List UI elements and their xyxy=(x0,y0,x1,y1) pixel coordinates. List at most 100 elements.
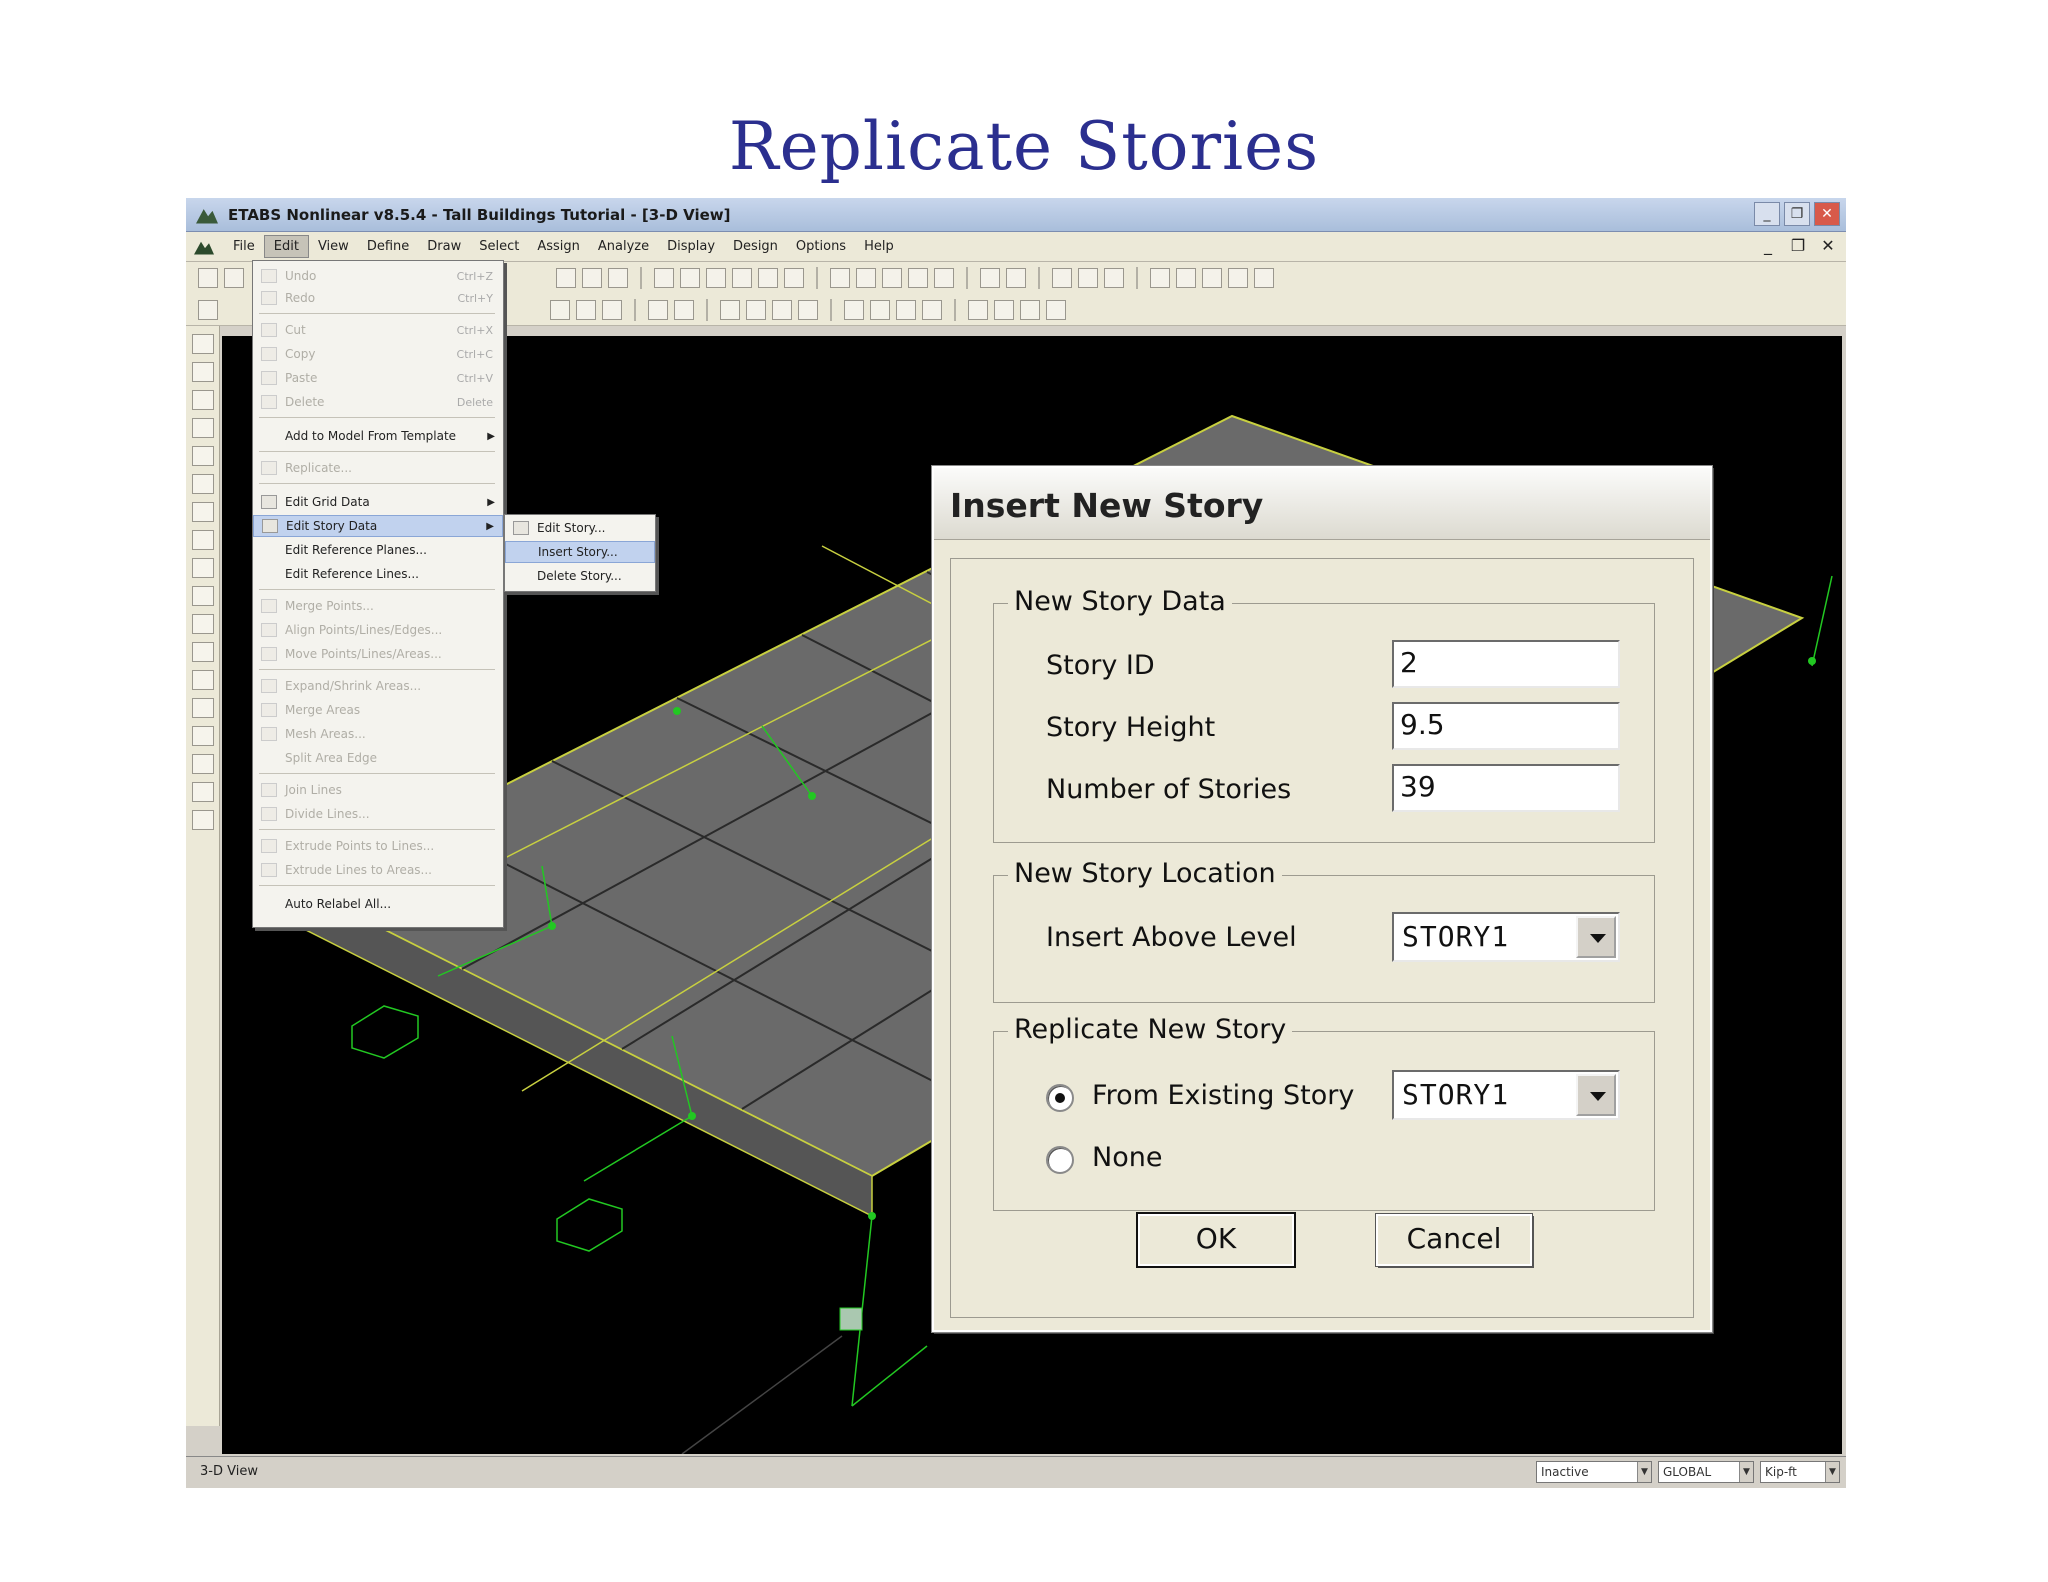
menu-select[interactable]: Select xyxy=(470,236,528,257)
snap-point-icon[interactable] xyxy=(191,670,214,690)
menu-item-join-lines[interactable]: Join Lines xyxy=(253,779,503,801)
zoom-in-icon[interactable] xyxy=(706,268,726,288)
menu-view[interactable]: View xyxy=(309,236,358,257)
move-down-icon[interactable] xyxy=(1006,268,1026,288)
mode-shape-icon[interactable] xyxy=(1228,268,1248,288)
snap-line-icon[interactable] xyxy=(191,782,214,802)
chevron-down-icon[interactable] xyxy=(1576,1074,1616,1116)
draw-wall-icon-left[interactable] xyxy=(191,558,214,578)
menu-item-redo[interactable]: Redo Ctrl+Y xyxy=(253,287,503,309)
cancel-button[interactable]: Cancel xyxy=(1375,1213,1533,1267)
menu-analyze[interactable]: Analyze xyxy=(589,236,658,257)
menu-assign[interactable]: Assign xyxy=(528,236,589,257)
assign-restraint-icon[interactable] xyxy=(648,299,668,320)
number-of-stories-input[interactable]: 39 xyxy=(1392,764,1620,812)
menu-item-mesh-areas[interactable]: Mesh Areas... xyxy=(253,723,503,745)
menu-item-undo[interactable]: Undo Ctrl+Z xyxy=(253,265,503,287)
title-bar[interactable]: ETABS Nonlinear v8.5.4 - Tall Buildings … xyxy=(186,198,1846,232)
reshape-icon[interactable] xyxy=(191,362,214,382)
draw-frame-icon[interactable] xyxy=(550,299,570,320)
menu-display[interactable]: Display xyxy=(658,236,724,257)
deformed-icon[interactable] xyxy=(1202,268,1222,288)
zoom-out-icon[interactable] xyxy=(732,268,752,288)
lock-icon[interactable] xyxy=(582,268,602,288)
draw-line-icon[interactable] xyxy=(191,390,214,410)
draw-area-icon[interactable] xyxy=(576,299,596,320)
menu-item-add-from-template[interactable]: Add to Model From Template ▶ xyxy=(253,425,503,447)
new-model-icon[interactable] xyxy=(198,268,218,288)
snap-intersect-icon[interactable] xyxy=(191,726,214,746)
draw-wall-icon[interactable] xyxy=(602,299,622,320)
zoom-all-icon[interactable] xyxy=(758,268,778,288)
child-minimize-button[interactable]: _ xyxy=(1756,235,1780,257)
child-close-button[interactable]: ✕ xyxy=(1816,235,1840,257)
concrete-design-icon[interactable] xyxy=(994,299,1014,320)
composite-design-icon[interactable] xyxy=(1020,299,1040,320)
minimize-button[interactable]: _ xyxy=(1754,202,1780,226)
menu-item-delete[interactable]: Delete Delete xyxy=(253,391,503,413)
draw-rect-icon[interactable] xyxy=(191,530,214,550)
draw-area-poly-icon[interactable] xyxy=(191,502,214,522)
menu-item-move-points[interactable]: Move Points/Lines/Areas... xyxy=(253,643,503,665)
snap-grid-icon[interactable] xyxy=(191,810,214,830)
menu-item-split-area-edge[interactable]: Split Area Edge xyxy=(253,747,503,769)
wall-section-icon[interactable] xyxy=(746,299,766,320)
menu-item-copy[interactable]: Copy Ctrl+C xyxy=(253,343,503,365)
menu-item-align-points[interactable]: Align Points/Lines/Edges... xyxy=(253,619,503,641)
none-label[interactable]: None xyxy=(1092,1142,1162,1173)
menu-item-edit-reference-planes[interactable]: Edit Reference Planes... xyxy=(253,539,503,561)
diaphragm-icon[interactable] xyxy=(896,299,916,320)
wall-design-icon[interactable] xyxy=(1046,299,1066,320)
menu-item-auto-relabel[interactable]: Auto Relabel All... xyxy=(253,893,503,915)
percent-icon[interactable] xyxy=(1104,268,1124,288)
story-id-input[interactable]: 2 xyxy=(1392,640,1620,688)
submenu-item-edit-story[interactable]: Edit Story... xyxy=(505,517,655,539)
snap-end-icon[interactable] xyxy=(191,698,214,718)
set-display-icon[interactable] xyxy=(1078,268,1098,288)
insert-above-level-select[interactable]: STORY1 xyxy=(1392,912,1620,962)
draw-section-cut-icon[interactable] xyxy=(191,642,214,662)
open-icon[interactable] xyxy=(224,268,244,288)
undeformed-icon[interactable] xyxy=(1150,268,1170,288)
elevation-view-icon[interactable] xyxy=(882,268,902,288)
plan-view-icon[interactable] xyxy=(856,268,876,288)
deck-section-icon[interactable] xyxy=(798,299,818,320)
menu-item-extrude-points[interactable]: Extrude Points to Lines... xyxy=(253,835,503,857)
menu-item-edit-grid-data[interactable]: Edit Grid Data ▶ xyxy=(253,491,503,513)
from-existing-story-select[interactable]: STORY1 xyxy=(1392,1070,1620,1120)
forces-icon[interactable] xyxy=(1254,268,1274,288)
menu-help[interactable]: Help xyxy=(855,236,903,257)
assign-load-icon[interactable] xyxy=(674,299,694,320)
menu-item-edit-reference-lines[interactable]: Edit Reference Lines... xyxy=(253,563,503,585)
steel-design-icon[interactable] xyxy=(968,299,988,320)
status-mode-select[interactable]: Inactive ▼ xyxy=(1536,1460,1652,1483)
none-radio[interactable] xyxy=(1046,1146,1074,1174)
slab-section-icon[interactable] xyxy=(772,299,792,320)
snap-perp-icon[interactable] xyxy=(191,754,214,774)
story-height-input[interactable]: 9.5 xyxy=(1392,702,1620,750)
spandrel-label-icon[interactable] xyxy=(870,299,890,320)
from-existing-story-label[interactable]: From Existing Story xyxy=(1092,1080,1354,1111)
perspective-icon[interactable] xyxy=(934,268,954,288)
menu-draw[interactable]: Draw xyxy=(418,236,470,257)
draw-dimension-icon[interactable] xyxy=(191,614,214,634)
menu-item-extrude-lines[interactable]: Extrude Lines to Areas... xyxy=(253,859,503,881)
restore-button[interactable]: ❐ xyxy=(1784,202,1810,226)
menu-item-merge-points[interactable]: Merge Points... xyxy=(253,595,503,617)
draw-opening-icon[interactable] xyxy=(191,586,214,606)
menu-item-merge-areas[interactable]: Merge Areas xyxy=(253,699,503,721)
menu-item-cut[interactable]: Cut Ctrl+X xyxy=(253,319,503,341)
menu-item-replicate[interactable]: Replicate... xyxy=(253,457,503,479)
menu-item-paste[interactable]: Paste Ctrl+V xyxy=(253,367,503,389)
zoom-window-icon[interactable] xyxy=(654,268,674,288)
zoom-restore-icon[interactable] xyxy=(680,268,700,288)
menu-item-expand-areas[interactable]: Expand/Shrink Areas... xyxy=(253,675,503,697)
pan-icon[interactable] xyxy=(784,268,804,288)
menu-define[interactable]: Define xyxy=(358,236,418,257)
rotate-icon[interactable] xyxy=(908,268,928,288)
submenu-item-delete-story[interactable]: Delete Story... xyxy=(505,565,655,587)
unlock-icon[interactable] xyxy=(608,268,628,288)
menu-file[interactable]: File xyxy=(224,236,264,257)
dialog-title-bar[interactable]: Insert New Story xyxy=(934,468,1710,540)
chevron-down-icon[interactable] xyxy=(1576,916,1616,958)
